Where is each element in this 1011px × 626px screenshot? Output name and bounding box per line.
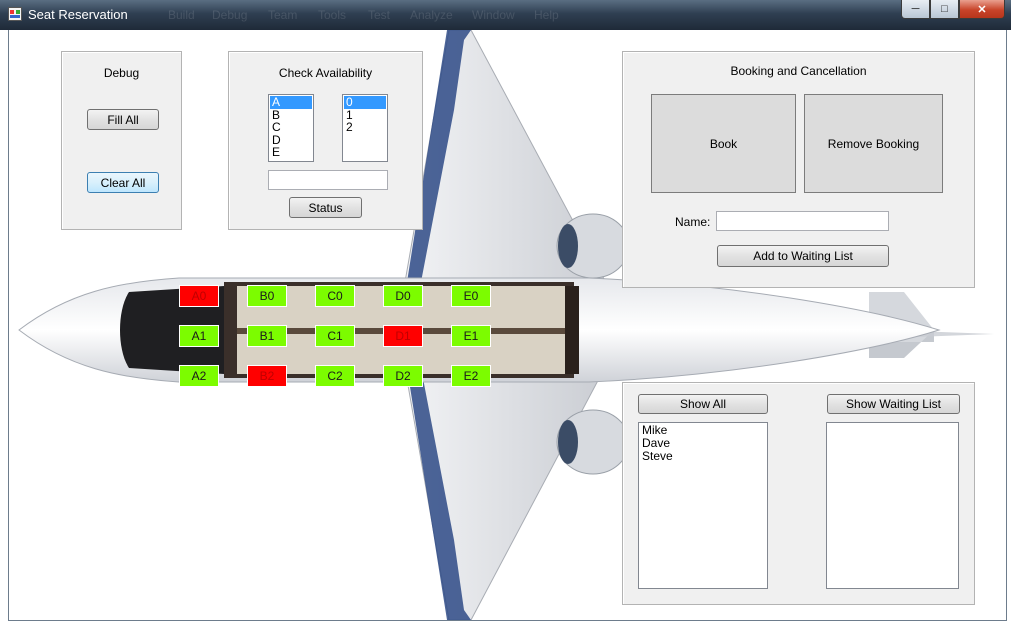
seat-c1[interactable]: C1 [315, 325, 355, 347]
check-availability-label: Check Availability [278, 66, 373, 80]
row-option[interactable]: A [270, 96, 312, 109]
seat-a0[interactable]: A0 [179, 285, 219, 307]
name-input[interactable] [716, 211, 889, 231]
ghost-menu-item: Analyze [410, 8, 453, 22]
minimize-button[interactable]: ─ [901, 0, 930, 19]
seat-b2[interactable]: B2 [247, 365, 287, 387]
seat-d2[interactable]: D2 [383, 365, 423, 387]
column-option[interactable]: 0 [344, 96, 386, 109]
title-bar: Seat Reservation Build Debug Team Tools … [0, 0, 1011, 30]
seat-c0[interactable]: C0 [315, 285, 355, 307]
maximize-button[interactable]: □ [930, 0, 959, 19]
seat-e2[interactable]: E2 [451, 365, 491, 387]
window-title: Seat Reservation [28, 7, 128, 22]
book-button[interactable]: Book [651, 94, 796, 193]
window-controls: ─ □ ✕ [901, 0, 1005, 19]
clear-all-button[interactable]: Clear All [87, 172, 159, 193]
row-option[interactable]: C [270, 121, 312, 134]
show-waiting-list-button[interactable]: Show Waiting List [827, 394, 960, 414]
booking-panel: Booking and Cancellation Book Remove Boo… [622, 51, 975, 288]
show-all-button[interactable]: Show All [638, 394, 768, 414]
booking-label: Booking and Cancellation [730, 64, 867, 78]
seat-b0[interactable]: B0 [247, 285, 287, 307]
ghost-menu-item: Build [168, 8, 195, 22]
seat-e1[interactable]: E1 [451, 325, 491, 347]
fill-all-button[interactable]: Fill All [87, 109, 159, 130]
list-item[interactable]: Steve [640, 450, 766, 463]
seat-a2[interactable]: A2 [179, 365, 219, 387]
minimize-icon: ─ [911, 3, 920, 15]
ghost-menu-item: Debug [212, 8, 248, 22]
client-area: Debug Fill All Clear All Check Availabil… [8, 30, 1007, 621]
seat-c2[interactable]: C2 [315, 365, 355, 387]
lists-panel: Show All Show Waiting List Mike Dave Ste… [622, 382, 975, 605]
seat-d0[interactable]: D0 [383, 285, 423, 307]
remove-booking-button[interactable]: Remove Booking [804, 94, 943, 193]
debug-panel: Debug Fill All Clear All [61, 51, 182, 230]
seat-b1[interactable]: B1 [247, 325, 287, 347]
status-field[interactable] [268, 170, 388, 190]
all-bookings-listbox[interactable]: Mike Dave Steve [638, 422, 768, 589]
close-button[interactable]: ✕ [959, 0, 1005, 19]
ghost-menu-item: Test [368, 8, 391, 22]
ghost-menu-item: Help [534, 8, 559, 22]
seat-d1[interactable]: D1 [383, 325, 423, 347]
seat-e0[interactable]: E0 [451, 285, 491, 307]
add-to-waiting-list-button[interactable]: Add to Waiting List [717, 245, 889, 267]
waiting-list-listbox[interactable] [826, 422, 959, 589]
close-icon: ✕ [977, 3, 987, 16]
debug-label: Debug [103, 66, 140, 80]
status-button[interactable]: Status [289, 197, 362, 218]
ghost-menu-item: Team [268, 8, 298, 22]
name-label: Name: [675, 215, 711, 229]
column-listbox[interactable]: 0 1 2 [342, 94, 388, 162]
row-option[interactable]: E [270, 146, 312, 159]
maximize-icon: □ [941, 3, 948, 15]
row-listbox[interactable]: A B C D E [268, 94, 314, 162]
check-availability-panel: Check Availability A B C D E 0 1 2 Statu… [228, 51, 423, 230]
ghost-menu-item: Window [472, 8, 515, 22]
app-icon [8, 7, 22, 21]
ghost-menu-item: Tools [318, 8, 347, 22]
column-option[interactable]: 2 [344, 121, 386, 134]
seat-a1[interactable]: A1 [179, 325, 219, 347]
